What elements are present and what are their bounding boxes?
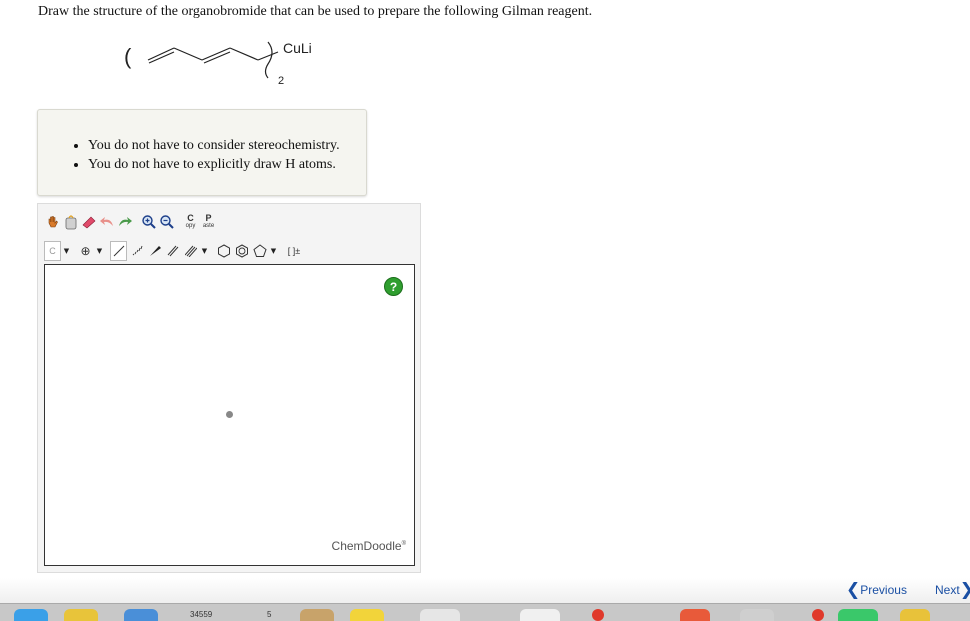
notes-icon[interactable]	[300, 609, 334, 621]
photos-icon[interactable]	[680, 609, 710, 621]
single-bond-icon[interactable]	[110, 241, 127, 261]
preferences-icon[interactable]	[900, 609, 930, 621]
bond-dropdown-icon[interactable]: ▼	[200, 241, 209, 261]
carbon-chain	[147, 47, 279, 64]
copy-label-sub: opy	[185, 223, 196, 229]
nav-strip	[0, 578, 970, 604]
chevron-right-icon: ❯	[960, 582, 970, 599]
notification-badge	[592, 609, 604, 621]
brand-mark: ®	[401, 541, 406, 547]
paste-label: P	[205, 213, 212, 223]
copy-label: C	[187, 213, 194, 223]
previous-label: Previous	[860, 583, 907, 597]
close-paren-bond	[264, 41, 273, 79]
toolbar-row-1: C opy P aste	[44, 210, 218, 234]
bracket-tool[interactable]: [ ]±	[284, 241, 304, 261]
safari-icon[interactable]	[124, 609, 158, 621]
next-button[interactable]: Next ❯	[935, 582, 970, 599]
benzene-ring-icon[interactable]	[233, 241, 250, 261]
skeletal-formula: ( CuLi 2	[124, 40, 312, 87]
hint-item: You do not have to explicitly draw H ato…	[88, 155, 340, 174]
drawing-canvas[interactable]: ? ChemDoodle®	[44, 264, 415, 566]
dock-badge-label: 5	[267, 610, 272, 619]
messages-icon[interactable]	[838, 609, 878, 621]
brand-name: ChemDoodle	[331, 539, 402, 553]
subscript: 2	[278, 75, 284, 87]
zoom-out-icon[interactable]	[158, 212, 175, 232]
calendar-icon[interactable]	[520, 609, 560, 621]
music-icon[interactable]	[740, 609, 774, 621]
atom-selector[interactable]: C	[44, 241, 61, 261]
lasso-icon[interactable]	[62, 212, 79, 232]
paste-label-sub: aste	[202, 223, 215, 229]
hints-panel: You do not have to consider stereochemis…	[37, 109, 367, 196]
os-dock: 34559 5	[0, 603, 970, 621]
copy-button[interactable]: C opy	[182, 212, 199, 232]
cursor-dot	[226, 411, 233, 418]
zoom-in-icon[interactable]	[140, 212, 157, 232]
chrome-icon[interactable]	[64, 609, 98, 621]
chevron-left-icon: ❮	[846, 580, 861, 600]
chemdoodle-editor: C opy P aste C ▼ ⊕ ▼ ▼ ▼ []± ? ChemDood…	[37, 203, 421, 573]
finder-icon[interactable]	[14, 609, 48, 621]
charge-dropdown-icon[interactable]: ▼	[95, 241, 104, 261]
toolbar-row-2: C ▼ ⊕ ▼ ▼ ▼ [ ]±	[44, 239, 305, 263]
metal-group: CuLi	[283, 40, 312, 56]
paste-button[interactable]: P aste	[200, 212, 217, 232]
wedge-bond-icon[interactable]	[146, 241, 163, 261]
chemdoodle-brand: ChemDoodle®	[332, 539, 406, 553]
pentagon-ring-icon[interactable]	[251, 241, 268, 261]
open-paren: (	[124, 44, 132, 69]
stickies-icon[interactable]	[350, 609, 384, 621]
hashed-bond-icon[interactable]	[128, 241, 145, 261]
triple-bond-icon[interactable]	[182, 241, 199, 261]
hint-item: You do not have to consider stereochemis…	[88, 136, 340, 155]
next-label: Next	[935, 583, 960, 597]
help-button[interactable]: ?	[384, 277, 403, 296]
atom-dropdown-icon[interactable]: ▼	[62, 241, 71, 261]
double-bond-icon[interactable]	[164, 241, 181, 261]
ring-dropdown-icon[interactable]: ▼	[269, 241, 278, 261]
gilman-reagent-structure: ( CuLi 2	[118, 34, 348, 90]
undo-icon[interactable]	[98, 212, 115, 232]
redo-icon[interactable]	[116, 212, 133, 232]
previous-button[interactable]: ❮ Previous	[846, 580, 907, 600]
mail-icon[interactable]	[420, 609, 460, 621]
charge-tool[interactable]: ⊕	[77, 241, 94, 261]
hexagon-ring-icon[interactable]	[215, 241, 232, 261]
hand-icon[interactable]	[44, 212, 61, 232]
notification-badge	[812, 609, 824, 621]
dock-counter: 34559	[190, 610, 213, 619]
hints-list: You do not have to consider stereochemis…	[38, 136, 340, 174]
eraser-icon[interactable]	[80, 212, 97, 232]
question-text: Draw the structure of the organobromide …	[38, 4, 593, 19]
